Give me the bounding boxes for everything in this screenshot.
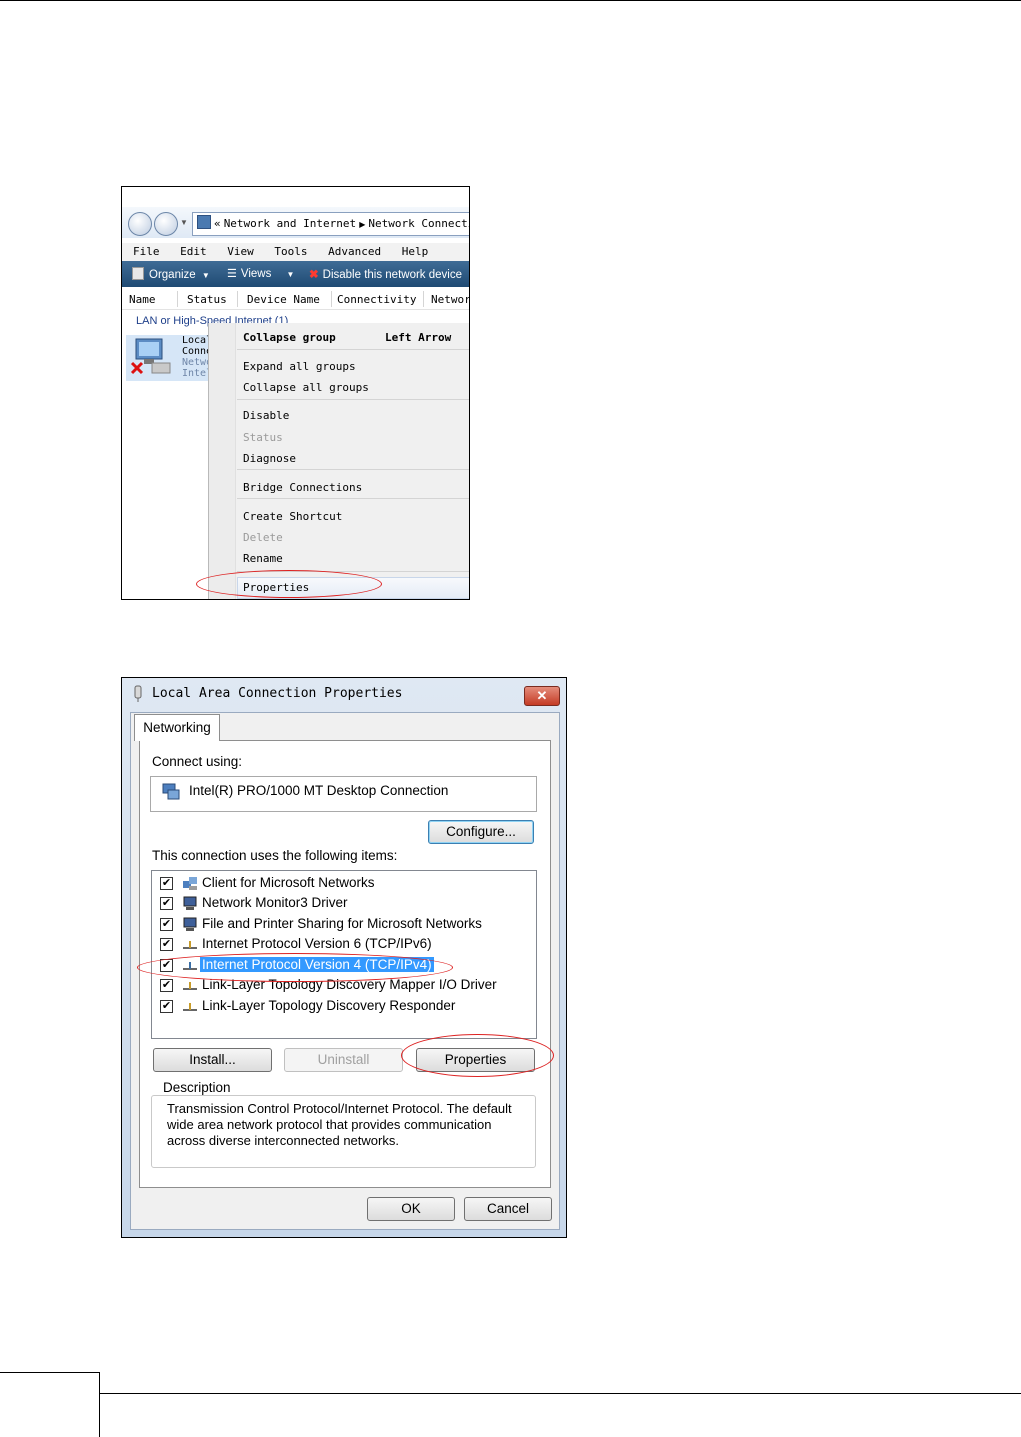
menu-file[interactable]: File: [133, 245, 160, 258]
items-label: This connection uses the following items…: [152, 848, 398, 863]
column-connectivity[interactable]: Connectivity: [337, 293, 416, 306]
menu-bar: File Edit View Tools Advanced Help: [122, 243, 469, 261]
breadcrumb-network-connections[interactable]: Network Connection: [368, 217, 469, 230]
views-button[interactable]: ☰ Views ▼: [227, 267, 294, 280]
checkbox[interactable]: ✔: [160, 897, 173, 910]
back-button[interactable]: [128, 212, 152, 236]
forward-button[interactable]: [154, 212, 178, 236]
views-icon: ☰: [227, 268, 237, 280]
configure-button[interactable]: Configure...: [428, 820, 534, 844]
footer-rule: [100, 1393, 1021, 1394]
description-legend: Description: [160, 1080, 234, 1095]
top-rule: [0, 0, 1021, 1]
ok-button[interactable]: OK: [367, 1197, 455, 1221]
install-button[interactable]: Install...: [153, 1048, 272, 1072]
menu-advanced[interactable]: Advanced: [328, 245, 381, 258]
checkbox[interactable]: ✔: [160, 918, 173, 931]
network-client-icon: [183, 877, 197, 890]
explorer-screenshot: ▼ « Network and Internet ▶ Network Conne…: [121, 186, 470, 600]
menu-item-collapse-all[interactable]: Collapse all groups: [243, 381, 369, 394]
tab-networking[interactable]: Networking: [134, 714, 220, 741]
checkbox[interactable]: ✔: [160, 877, 173, 890]
views-label: Views: [240, 268, 272, 280]
column-divider: [423, 291, 424, 307]
column-status[interactable]: Status: [187, 293, 227, 306]
item-label: Link-Layer Topology Discovery Responder: [202, 998, 456, 1013]
command-toolbar: Organize ▼ ☰ Views ▼ ✖ Disable this networ…: [122, 261, 469, 287]
breadcrumb-network-internet[interactable]: Network and Internet: [224, 217, 356, 230]
item-label: File and Printer Sharing for Microsoft N…: [202, 916, 482, 931]
item-label: Network Monitor3 Driver: [202, 895, 348, 910]
connect-using-label: Connect using:: [152, 754, 243, 769]
chevron-down-icon: ▼: [286, 270, 295, 279]
breadcrumb-overflow[interactable]: «: [214, 217, 221, 230]
menu-view[interactable]: View: [227, 245, 254, 258]
column-divider: [331, 291, 332, 307]
menu-item-expand-all[interactable]: Expand all groups: [243, 360, 356, 373]
organize-label: Organize: [149, 269, 196, 281]
menu-item-bridge[interactable]: Bridge Connections: [243, 481, 362, 494]
protocol-icon: [183, 1003, 197, 1011]
network-adapter-icon: [162, 783, 180, 800]
breadcrumb-arrow-icon: ▶: [359, 220, 366, 229]
protocol-icon: [183, 982, 197, 990]
menu-separator: [237, 349, 469, 350]
checkbox[interactable]: ✔: [160, 979, 173, 992]
menu-item-diagnose[interactable]: Diagnose: [243, 452, 296, 465]
menu-edit[interactable]: Edit: [180, 245, 207, 258]
organize-icon: [132, 267, 144, 280]
computer-icon: [183, 917, 197, 931]
checkbox[interactable]: ✔: [160, 938, 173, 951]
computer-icon: [183, 896, 197, 910]
chevron-down-icon: ▼: [201, 271, 210, 280]
column-divider: [177, 291, 178, 307]
menu-item-rename[interactable]: Rename: [243, 552, 283, 565]
column-name[interactable]: Name: [129, 293, 156, 306]
disable-device-button[interactable]: ✖ Disable this network device: [309, 267, 462, 281]
item-label: Internet Protocol Version 6 (TCP/IPv6): [202, 936, 432, 951]
context-menu: Collapse group Left Arrow Expand all gro…: [208, 323, 469, 599]
breadcrumb[interactable]: « Network and Internet ▶ Network Connect…: [192, 212, 469, 236]
menu-item-delete: Delete: [243, 531, 283, 544]
dialog-title: Local Area Connection Properties: [152, 686, 403, 701]
menu-item-create-shortcut[interactable]: Create Shortcut: [243, 510, 342, 523]
adapter-name: Intel(R) PRO/1000 MT Desktop Connection: [189, 783, 449, 798]
annotation-ellipse: [196, 570, 382, 598]
annotation-ellipse: [137, 953, 453, 982]
menu-item-shortcut: Left Arrow: [385, 331, 452, 344]
description-text: Transmission Control Protocol/Internet P…: [167, 1101, 512, 1148]
annotation-ellipse: [401, 1034, 554, 1077]
network-folder-icon: [197, 215, 211, 229]
menu-item-status: Status: [243, 431, 283, 444]
disable-device-label: Disable this network device: [322, 269, 462, 281]
uninstall-button: Uninstall: [284, 1048, 403, 1072]
column-device-name[interactable]: Device Name: [247, 293, 320, 306]
menu-item-disable[interactable]: Disable: [243, 409, 289, 422]
close-button[interactable]: ✕: [524, 686, 560, 706]
organize-button[interactable]: Organize ▼: [132, 267, 210, 281]
cancel-button[interactable]: Cancel: [464, 1197, 552, 1221]
network-adapter-icon: [134, 685, 142, 702]
item-label: Client for Microsoft Networks: [202, 875, 375, 890]
protocol-icon: [183, 941, 197, 949]
checkbox[interactable]: ✔: [160, 1000, 173, 1013]
history-dropdown-icon[interactable]: ▼: [180, 218, 188, 227]
menu-help[interactable]: Help: [402, 245, 429, 258]
disable-icon: ✖: [309, 269, 319, 281]
menu-separator: [237, 498, 469, 499]
network-connection-icon: [130, 338, 171, 375]
page-number-box: [0, 1372, 100, 1437]
column-header-row: Name Status Device Name Connectivity Net…: [122, 289, 469, 310]
menu-tools[interactable]: Tools: [274, 245, 307, 258]
context-menu-gutter: [209, 323, 236, 599]
menu-separator: [237, 399, 469, 400]
properties-dialog: Local Area Connection Properties ✕ Netwo…: [121, 677, 567, 1238]
menu-separator: [237, 469, 469, 470]
menu-item-collapse-group[interactable]: Collapse group: [243, 331, 336, 344]
column-divider: [237, 291, 238, 307]
column-network[interactable]: Networ: [431, 293, 469, 306]
